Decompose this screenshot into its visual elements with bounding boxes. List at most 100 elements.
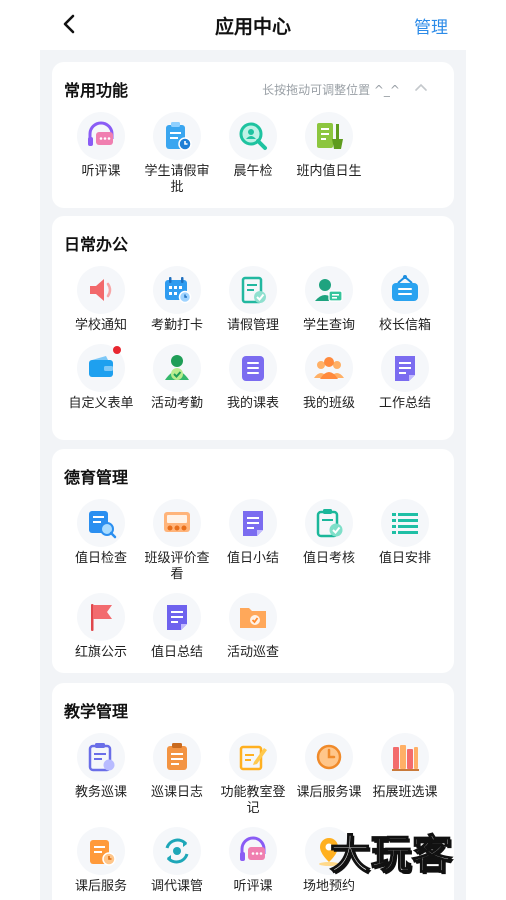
moral-education-card: 德育管理 值日检查 班级评价查看 值日小结 值日考核 值日安排 红旗公示 值日总… <box>52 449 454 673</box>
app-label: 自定义表单 <box>68 396 134 411</box>
broom-icon <box>317 123 343 149</box>
app-label: 活动考勤 <box>150 396 203 411</box>
app-label: 调代课管 <box>150 879 203 894</box>
app-tile[interactable]: 班内值日生 <box>291 112 367 180</box>
person-check-icon <box>165 355 189 380</box>
app-tile[interactable]: 班级评价查看 <box>139 499 215 583</box>
app-label: 活动巡查 <box>226 645 279 660</box>
summary-doc-icon <box>395 356 415 381</box>
leave-approval-icon <box>166 122 192 151</box>
app-tile[interactable]: 晨午检 <box>215 112 291 180</box>
app-label: 班级评价查看 <box>144 551 210 582</box>
app-label: 我的班级 <box>302 396 355 411</box>
app-tile[interactable]: 学校通知 <box>63 266 139 334</box>
app-tile[interactable]: 值日考核 <box>291 499 367 567</box>
app-tile[interactable]: 值日安排 <box>367 499 443 567</box>
app-tile[interactable]: 请假管理 <box>215 266 291 334</box>
app-label: 听评课 <box>233 879 273 894</box>
app-label: 值日总结 <box>150 645 203 660</box>
app-tile[interactable]: 拓展班选课 <box>367 733 443 801</box>
app-label: 工作总结 <box>378 396 431 411</box>
section-title: 日常办公 <box>64 235 129 254</box>
top-bar: 应用中心 管理 <box>40 0 466 50</box>
calendar-clock-icon <box>165 277 192 304</box>
app-label: 红旗公示 <box>74 645 127 660</box>
app-tile[interactable]: 校长信箱 <box>367 266 443 334</box>
app-label: 学生查询 <box>302 318 355 333</box>
app-tile[interactable]: 听评课 <box>63 112 139 180</box>
common-functions-card: 常用功能 长按拖动可调整位置 ^_^ 听评课 学生请假审批 晨午检 班内值日生 <box>52 62 454 208</box>
wallet-icon <box>89 356 113 377</box>
mailbox-icon <box>392 275 418 301</box>
notification-dot <box>113 346 121 354</box>
app-label: 我的课表 <box>226 396 279 411</box>
chevron-up-icon[interactable] <box>414 82 428 92</box>
short-summary-icon <box>243 511 263 536</box>
app-tile[interactable]: 活动巡查 <box>215 593 291 661</box>
app-label: 听评课 <box>81 164 121 179</box>
section-title: 教学管理 <box>64 702 129 721</box>
app-label: 学校通知 <box>74 318 127 333</box>
arrange-list-icon <box>392 513 418 534</box>
app-tile[interactable]: 考勤打卡 <box>139 266 215 334</box>
app-tile[interactable]: 巡课日志 <box>139 733 215 801</box>
app-tile[interactable]: 听评课 <box>215 827 291 895</box>
log-book-icon <box>167 743 187 770</box>
headset-chat-icon <box>88 121 114 146</box>
watermark-logo: 大玩客 <box>329 831 453 879</box>
app-tile[interactable]: 自定义表单 <box>63 344 139 412</box>
magnifier-icon <box>239 122 267 150</box>
app-label: 考勤打卡 <box>150 318 203 333</box>
app-tile[interactable]: 调代课管 <box>139 827 215 895</box>
back-button[interactable] <box>58 12 82 36</box>
app-label: 值日小结 <box>226 551 279 566</box>
drag-hint: 长按拖动可调整位置 ^_^ <box>262 83 400 97</box>
app-tile[interactable]: 我的课表 <box>215 344 291 412</box>
swap-lesson-icon <box>165 838 189 864</box>
app-tile[interactable]: 课后服务 <box>63 827 139 895</box>
inspect-list-icon <box>89 511 117 539</box>
app-label: 课后服务课 <box>296 785 362 800</box>
app-tile[interactable]: 值日总结 <box>139 593 215 661</box>
app-label: 学生请假审批 <box>144 164 210 195</box>
app-tile[interactable]: 学生查询 <box>291 266 367 334</box>
clipboard-check-icon <box>316 509 343 538</box>
app-screen: 应用中心 管理 常用功能 长按拖动可调整位置 ^_^ 听评课 学生请假审批 晨午… <box>40 0 466 900</box>
manage-button[interactable]: 管理 <box>414 13 448 38</box>
student-card-icon <box>315 279 343 302</box>
app-label: 拓展班选课 <box>372 785 438 800</box>
class-group-icon <box>314 357 344 379</box>
app-label: 功能教室登记 <box>220 785 286 816</box>
app-tile[interactable]: 学生请假审批 <box>139 112 215 196</box>
folder-patrol-icon <box>240 608 266 628</box>
app-tile[interactable]: 工作总结 <box>367 344 443 412</box>
app-label: 教务巡课 <box>74 785 127 800</box>
app-tile[interactable]: 红旗公示 <box>63 593 139 661</box>
app-label: 请假管理 <box>226 318 279 333</box>
app-label: 晨午检 <box>233 164 273 179</box>
daily-office-card: 日常办公 学校通知 考勤打卡 请假管理 学生查询 校长信箱 自定义表单 活动考勤… <box>52 216 454 440</box>
app-tile[interactable]: 课后服务课 <box>291 733 367 801</box>
app-tile[interactable]: 我的班级 <box>291 344 367 412</box>
pencil-register-icon <box>239 745 267 771</box>
clock-service-icon <box>316 744 342 770</box>
schedule-icon <box>242 356 264 381</box>
app-tile[interactable]: 值日小结 <box>215 499 291 567</box>
app-tile[interactable]: 功能教室登记 <box>215 733 291 817</box>
speaker-icon <box>90 279 112 301</box>
clipboard-patrol-icon <box>88 743 115 772</box>
books-icon <box>392 745 419 771</box>
app-label: 课后服务 <box>74 879 127 894</box>
section-title: 常用功能 <box>64 81 129 100</box>
app-label: 值日考核 <box>302 551 355 566</box>
app-tile[interactable]: 教务巡课 <box>63 733 139 801</box>
class-rating-icon <box>164 512 190 532</box>
headset-chat-icon <box>240 836 266 861</box>
duty-summary-icon <box>167 605 187 630</box>
service-clock-icon <box>90 840 116 866</box>
app-label: 班内值日生 <box>296 164 362 179</box>
document-check-icon <box>241 276 266 304</box>
app-label: 校长信箱 <box>378 318 431 333</box>
app-tile[interactable]: 值日检查 <box>63 499 139 567</box>
app-tile[interactable]: 活动考勤 <box>139 344 215 412</box>
